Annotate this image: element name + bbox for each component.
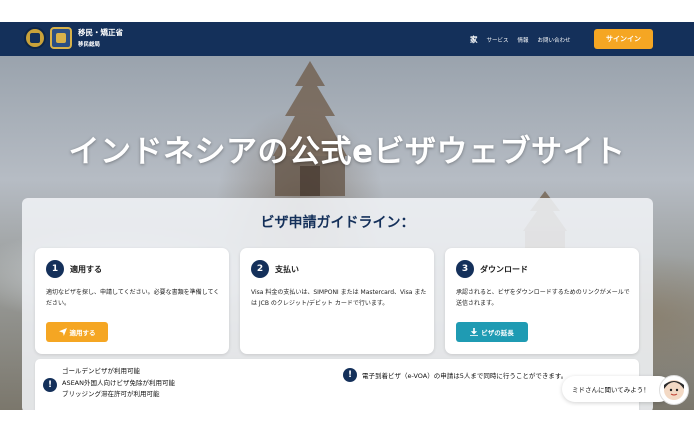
brand-text: 移民・矯正省 移民総局: [78, 28, 123, 50]
chat-prompt-text: ミドさんに聞いてみよう！: [572, 386, 650, 394]
nav-home[interactable]: 家: [470, 34, 478, 45]
visa-extension-label: ビザの延長: [481, 329, 514, 337]
step-number: 1: [46, 260, 64, 278]
nav-services[interactable]: サービス: [487, 36, 509, 44]
step-title: 支払い: [275, 264, 299, 274]
step-number: 3: [456, 260, 474, 278]
site-header: 移民・矯正省 移民総局 家 サービス 情報 お問い合わせ サインイン: [0, 22, 694, 56]
step-description: 適切なビザを探し、申請してください。必要な書類を準備してください。: [46, 289, 220, 307]
logo-group[interactable]: [24, 27, 72, 49]
step-title: 適用する: [70, 264, 102, 274]
send-icon: [58, 328, 67, 336]
main-nav: 家 サービス 情報 お問い合わせ: [470, 34, 571, 45]
step-description: Visa 料金の支払いは、SIMPONI または Mastercard、Visa…: [251, 289, 427, 307]
notice-panel: ! ゴールデンビザが利用可能 ASEAN外国人向けビザ免除が利用可能 ブリッジン…: [35, 359, 639, 417]
exclamation-icon: !: [43, 378, 57, 392]
guidelines-title: ビザ申請ガイドライン：: [260, 215, 415, 231]
page: 移民・矯正省 移民総局 家 サービス 情報 お問い合わせ サインイン インドネシ…: [0, 0, 694, 432]
download-icon: [470, 328, 479, 336]
exclamation-icon: !: [343, 368, 357, 382]
visa-extension-button[interactable]: ビザの延長: [456, 322, 528, 342]
step-card-payment: 2 支払い Visa 料金の支払いは、SIMPONI または Mastercar…: [240, 248, 434, 354]
evoa-notice: 電子到着ビザ（e-VOA）の申請は5人まで同時に行うことができます。: [362, 372, 568, 380]
notice-item: ゴールデンビザが利用可能: [62, 367, 140, 375]
hero-section: インドネシアの公式eビザウェブサイト ビザ申請ガイドライン： 1 適用する 適切…: [0, 56, 694, 413]
step-description: 承認されると、ビザをダウンロードするためのリンクがメールで送信されます。: [456, 289, 630, 307]
brand-directorate: 移民総局: [78, 42, 101, 48]
assistant-face-icon: [664, 380, 684, 400]
immigration-shield-icon: [50, 27, 72, 49]
nav-contact[interactable]: お問い合わせ: [538, 36, 571, 44]
apply-button-label: 適用する: [69, 329, 96, 337]
top-strip: [0, 0, 694, 22]
chat-assistant-avatar[interactable]: [659, 375, 689, 405]
hero-title: インドネシアの公式eビザウェブサイト: [68, 134, 626, 170]
step-card-download: 3 ダウンロード 承認されると、ビザをダウンロードするためのリンクがメールで送信…: [445, 248, 639, 354]
card-header: 3 ダウンロード: [456, 260, 528, 278]
card-header: 1 適用する: [46, 260, 102, 278]
chat-prompt-bubble[interactable]: ミドさんに聞いてみよう！: [562, 376, 672, 402]
apply-button[interactable]: 適用する: [46, 322, 108, 342]
card-header: 2 支払い: [251, 260, 299, 278]
notice-item: ブリッジング滞在許可が利用可能: [62, 390, 160, 398]
nav-information[interactable]: 情報: [518, 36, 529, 44]
step-title: ダウンロード: [480, 264, 528, 274]
notice-list: ゴールデンビザが利用可能 ASEAN外国人向けビザ免除が利用可能 ブリッジング滞…: [62, 366, 175, 401]
bottom-strip: [0, 410, 694, 432]
step-number: 2: [251, 260, 269, 278]
step-card-apply: 1 適用する 適切なビザを探し、申請してください。必要な書類を準備してください。…: [35, 248, 229, 354]
signin-button[interactable]: サインイン: [594, 29, 653, 49]
ministry-emblem-icon: [24, 27, 46, 49]
brand-ministry: 移民・矯正省: [78, 28, 123, 37]
notice-item: ASEAN外国人向けビザ免除が利用可能: [62, 378, 175, 387]
